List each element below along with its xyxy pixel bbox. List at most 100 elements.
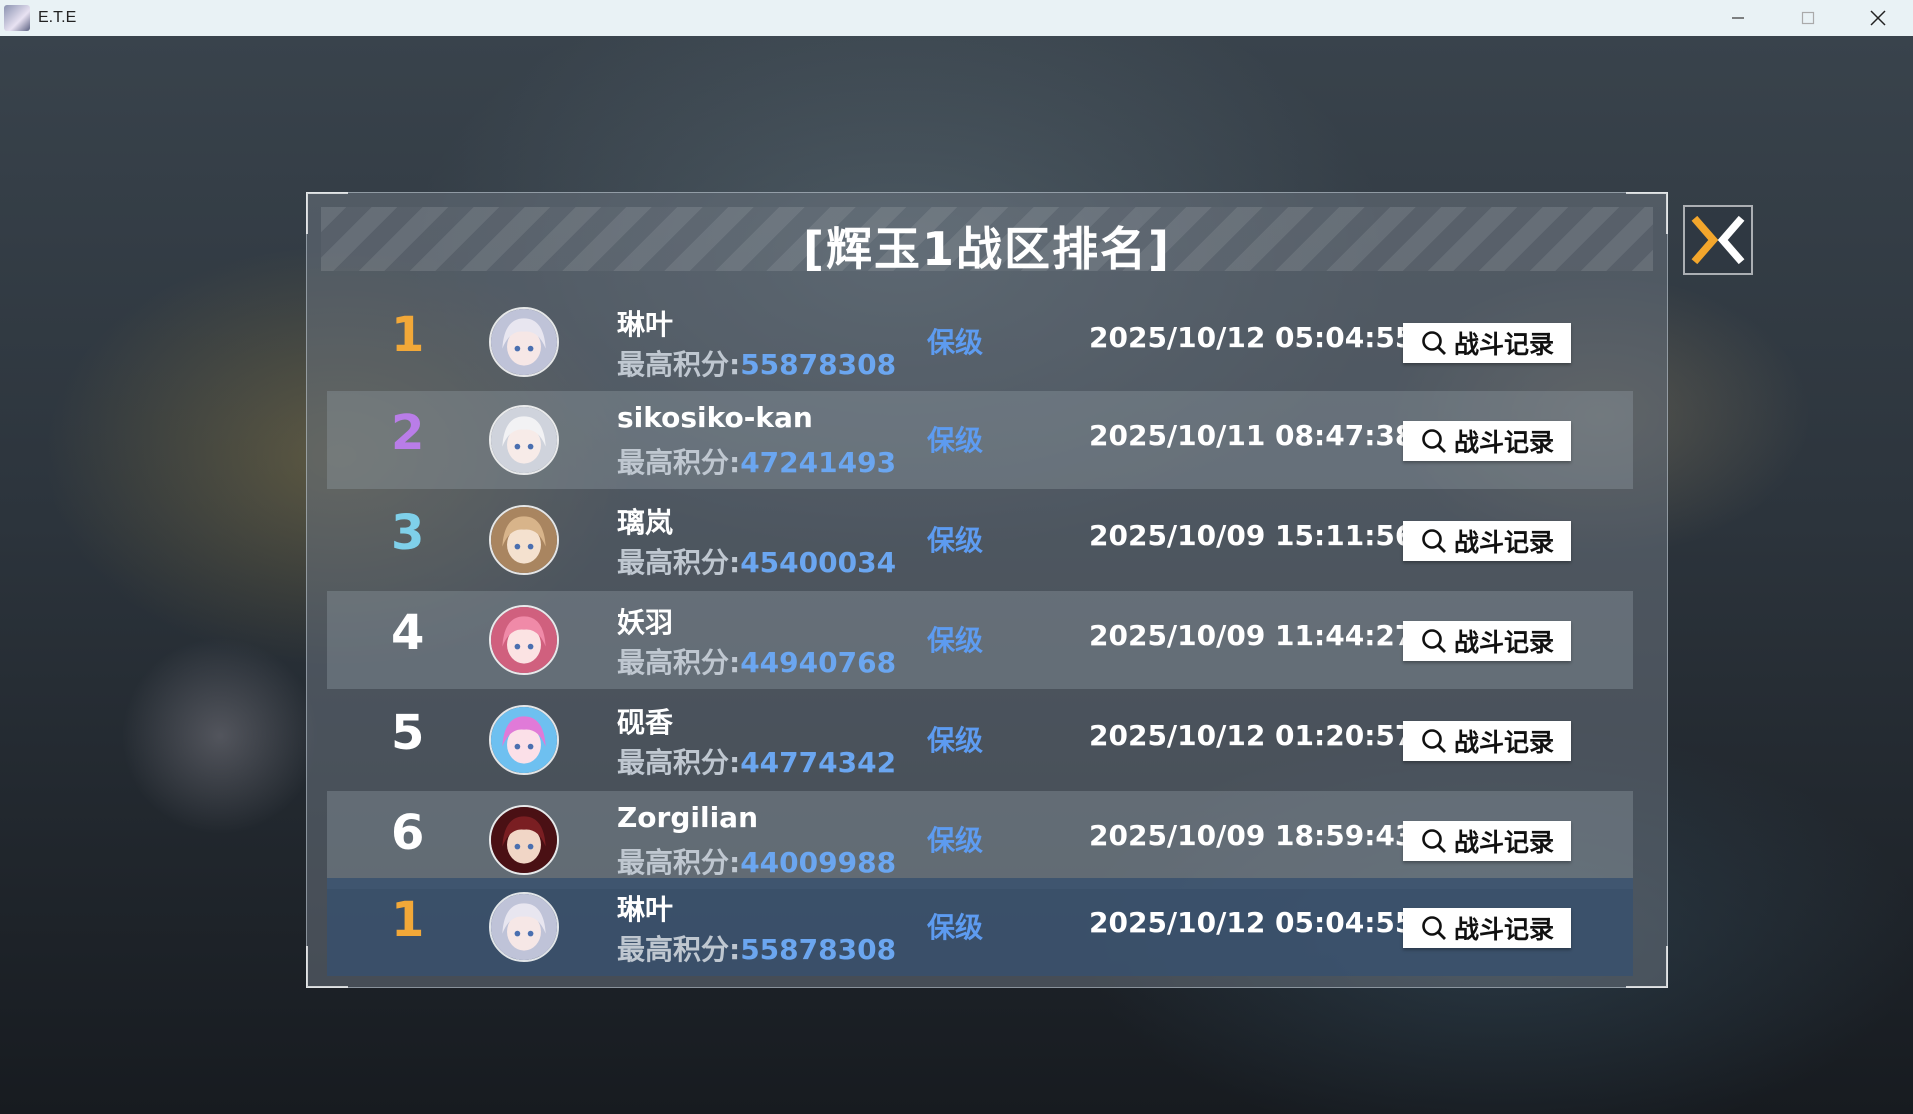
rank-number: 1 bbox=[391, 307, 425, 363]
record-timestamp: 2025/10/12 05:04:55 bbox=[1089, 321, 1415, 354]
battle-record-label: 战斗记录 bbox=[1453, 628, 1554, 657]
score-label: 最高积分: bbox=[617, 746, 741, 779]
player-avatar[interactable] bbox=[489, 705, 559, 775]
battle-record-button[interactable]: 战斗记录 bbox=[1403, 821, 1571, 861]
score-value: 44009988 bbox=[740, 846, 897, 879]
search-icon bbox=[1422, 916, 1446, 940]
player-name: 妖羽 bbox=[617, 606, 674, 639]
status-label: 保级 bbox=[927, 624, 984, 657]
record-timestamp: 2025/10/12 05:04:55 bbox=[1089, 906, 1415, 939]
red-hair-girl-avatar bbox=[491, 807, 557, 873]
ranking-row: 2 sikosiko-kan 最高积分:47241493 保级 2025/10/11 0… bbox=[327, 391, 1633, 489]
app-icon bbox=[4, 5, 30, 31]
close-x-icon bbox=[1691, 215, 1745, 265]
score-value: 44774342 bbox=[740, 746, 897, 779]
blonde-girl-avatar bbox=[491, 507, 557, 573]
battle-record-button[interactable]: 战斗记录 bbox=[1403, 721, 1571, 761]
minimize-button[interactable] bbox=[1703, 0, 1773, 36]
battle-record-button[interactable]: 战斗记录 bbox=[1403, 323, 1571, 363]
white-hair-girl-avatar bbox=[491, 407, 557, 473]
score-label: 最高积分: bbox=[617, 933, 741, 966]
player-avatar[interactable] bbox=[489, 505, 559, 575]
silver-hair-girl-avatar bbox=[491, 894, 557, 960]
silver-hair-girl-avatar bbox=[491, 309, 557, 375]
record-timestamp: 2025/10/09 18:59:43 bbox=[1089, 819, 1415, 852]
player-name: 琳叶 bbox=[617, 308, 674, 341]
score-label: 最高积分: bbox=[617, 546, 741, 579]
score-value: 55878308 bbox=[740, 348, 897, 381]
battle-record-label: 战斗记录 bbox=[1453, 828, 1554, 857]
high-score: 最高积分:44774342 bbox=[617, 741, 896, 781]
minimize-icon bbox=[1732, 17, 1744, 19]
battle-record-button[interactable]: 战斗记录 bbox=[1403, 421, 1571, 461]
search-icon bbox=[1422, 829, 1446, 853]
player-name: 璃岚 bbox=[617, 506, 674, 539]
score-value: 55878308 bbox=[740, 933, 897, 966]
player-avatar[interactable] bbox=[489, 805, 559, 875]
high-score: 最高积分:45400034 bbox=[617, 541, 896, 581]
battle-record-label: 战斗记录 bbox=[1453, 330, 1554, 359]
rank-number: 1 bbox=[391, 892, 425, 948]
ranking-row: 5 砚香 最高积分:44774342 保级 2025/10/12 01:20:57 战斗记… bbox=[327, 691, 1633, 789]
high-score: 最高积分:55878308 bbox=[617, 928, 896, 968]
ranking-row: 4 妖羽 最高积分:44940768 保级 2025/10/09 11:44:27 战斗记… bbox=[327, 591, 1633, 689]
player-avatar[interactable] bbox=[489, 405, 559, 475]
battle-record-button[interactable]: 战斗记录 bbox=[1403, 621, 1571, 661]
window-close-button[interactable] bbox=[1843, 0, 1913, 36]
battle-record-button[interactable]: 战斗记录 bbox=[1403, 521, 1571, 561]
rank-number: 2 bbox=[391, 405, 425, 461]
ranking-row: 6 Zorgilian 最高积分:44009988 保级 2025/10/09 18:5… bbox=[327, 791, 1633, 889]
search-icon bbox=[1422, 729, 1446, 753]
maximize-button[interactable] bbox=[1773, 0, 1843, 36]
status-label: 保级 bbox=[927, 724, 984, 757]
player-avatar[interactable] bbox=[489, 605, 559, 675]
window-close-icon bbox=[1870, 10, 1886, 26]
battle-record-label: 战斗记录 bbox=[1453, 528, 1554, 557]
high-score: 最高积分:47241493 bbox=[617, 441, 896, 481]
rank-number: 4 bbox=[391, 605, 425, 661]
battle-record-label: 战斗记录 bbox=[1453, 428, 1554, 457]
record-timestamp: 2025/10/12 01:20:57 bbox=[1089, 719, 1415, 752]
status-label: 保级 bbox=[927, 524, 984, 557]
score-label: 最高积分: bbox=[617, 348, 741, 381]
close-panel-button[interactable] bbox=[1683, 205, 1753, 275]
magenta-hair-girl-avatar bbox=[491, 707, 557, 773]
high-score: 最高积分:44009988 bbox=[617, 841, 896, 881]
search-icon bbox=[1422, 429, 1446, 453]
status-label: 保级 bbox=[927, 824, 984, 857]
battle-record-button[interactable]: 战斗记录 bbox=[1403, 908, 1571, 948]
search-icon bbox=[1422, 629, 1446, 653]
my-rank-row: 1 琳叶 最高积分:55878308 保级 2025/10/12 05:04:55 战斗记… bbox=[327, 878, 1633, 976]
ranking-row: 1 琳叶 最高积分:55878308 保级 2025/10/12 05:04:55 战斗记… bbox=[327, 293, 1633, 391]
record-timestamp: 2025/10/11 08:47:38 bbox=[1089, 419, 1415, 452]
rank-number: 3 bbox=[391, 505, 425, 561]
ranking-row: 3 璃岚 最高积分:45400034 保级 2025/10/09 15:11:56 战斗记… bbox=[327, 491, 1633, 589]
score-value: 45400034 bbox=[740, 546, 897, 579]
player-avatar[interactable] bbox=[489, 307, 559, 377]
status-label: 保级 bbox=[927, 326, 984, 359]
status-label: 保级 bbox=[927, 424, 984, 457]
score-value: 44940768 bbox=[740, 646, 897, 679]
player-name: Zorgilian bbox=[617, 801, 759, 834]
score-label: 最高积分: bbox=[617, 646, 741, 679]
ranking-panel: [辉玉1战区排名] 1 琳叶 最高积分:55878308 保级 2025/10/12 0… bbox=[306, 192, 1668, 988]
status-label: 保级 bbox=[927, 911, 984, 944]
battle-record-label: 战斗记录 bbox=[1453, 728, 1554, 757]
score-label: 最高积分: bbox=[617, 446, 741, 479]
high-score: 最高积分:55878308 bbox=[617, 343, 896, 383]
rank-number: 6 bbox=[391, 805, 425, 861]
panel-title: [辉玉1战区排名] bbox=[802, 222, 1172, 276]
player-name: 砚香 bbox=[617, 706, 674, 739]
player-name: 琳叶 bbox=[617, 893, 674, 926]
high-score: 最高积分:44940768 bbox=[617, 641, 896, 681]
search-icon bbox=[1422, 529, 1446, 553]
maximize-icon bbox=[1801, 11, 1815, 25]
battle-record-label: 战斗记录 bbox=[1453, 915, 1554, 944]
score-value: 47241493 bbox=[740, 446, 897, 479]
window-title: E.T.E bbox=[38, 9, 77, 26]
player-avatar[interactable] bbox=[489, 892, 559, 962]
player-name: sikosiko-kan bbox=[617, 401, 813, 434]
record-timestamp: 2025/10/09 15:11:56 bbox=[1089, 519, 1415, 552]
search-icon bbox=[1422, 331, 1446, 355]
rank-number: 5 bbox=[391, 705, 425, 761]
